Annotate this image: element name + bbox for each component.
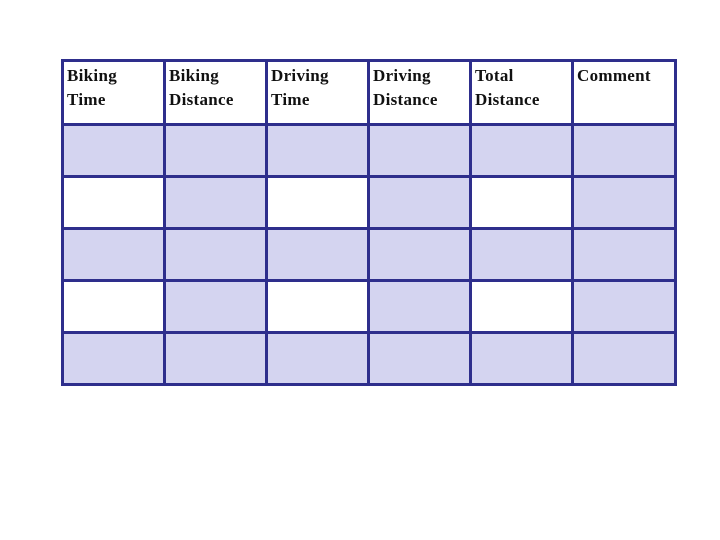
table-cell[interactable] bbox=[61, 331, 166, 386]
table-cell[interactable] bbox=[469, 279, 574, 334]
table-cell[interactable] bbox=[163, 123, 268, 178]
table-cell[interactable] bbox=[367, 227, 472, 282]
table-cell[interactable] bbox=[469, 227, 574, 282]
table-cell[interactable] bbox=[367, 331, 472, 386]
table-cell[interactable] bbox=[367, 175, 472, 230]
header-line-1: Driving bbox=[271, 66, 329, 85]
table-cell[interactable] bbox=[571, 331, 677, 386]
header-line-2: Distance bbox=[169, 90, 234, 109]
table-cell[interactable] bbox=[265, 331, 370, 386]
header-line-2: Distance bbox=[475, 90, 540, 109]
table-cell[interactable] bbox=[367, 279, 472, 334]
table-row bbox=[61, 331, 677, 386]
table-row bbox=[61, 123, 677, 178]
table-cell[interactable] bbox=[163, 227, 268, 282]
header-line-2: Distance bbox=[373, 90, 438, 109]
table-cell[interactable] bbox=[61, 175, 166, 230]
table-cell[interactable] bbox=[163, 331, 268, 386]
header-line-1: Biking bbox=[169, 66, 219, 85]
header-row: Biking Time Biking Distance Driving Time Dr… bbox=[61, 59, 677, 126]
table-cell[interactable] bbox=[469, 175, 574, 230]
header-line-2: Time bbox=[271, 90, 310, 109]
header-line-2: Time bbox=[67, 90, 106, 109]
header-biking-distance: Biking Distance bbox=[163, 59, 268, 126]
header-line-1: Biking bbox=[67, 66, 117, 85]
table-cell[interactable] bbox=[265, 279, 370, 334]
table-cell[interactable] bbox=[265, 227, 370, 282]
table-row bbox=[61, 175, 677, 230]
table-cell[interactable] bbox=[469, 123, 574, 178]
table-row bbox=[61, 279, 677, 334]
header-comment: Comment bbox=[571, 59, 677, 126]
table-cell[interactable] bbox=[571, 227, 677, 282]
header-line-1: Driving bbox=[373, 66, 431, 85]
table-cell[interactable] bbox=[163, 175, 268, 230]
table-cell[interactable] bbox=[571, 279, 677, 334]
table-cell[interactable] bbox=[265, 123, 370, 178]
table-cell[interactable] bbox=[61, 123, 166, 178]
table-cell[interactable] bbox=[469, 331, 574, 386]
header-driving-time: Driving Time bbox=[265, 59, 370, 126]
table-cell[interactable] bbox=[61, 227, 166, 282]
table-cell[interactable] bbox=[571, 123, 677, 178]
table-cell[interactable] bbox=[265, 175, 370, 230]
header-line-1: Comment bbox=[577, 66, 651, 85]
header-driving-distance: Driving Distance bbox=[367, 59, 472, 126]
header-line-1: Total bbox=[475, 66, 514, 85]
table-row bbox=[61, 227, 677, 282]
header-biking-time: Biking Time bbox=[61, 59, 166, 126]
table-cell[interactable] bbox=[61, 279, 166, 334]
header-total-distance: Total Distance bbox=[469, 59, 574, 126]
data-table: Biking Time Biking Distance Driving Time Dr… bbox=[61, 59, 677, 386]
table-cell[interactable] bbox=[571, 175, 677, 230]
table-cell[interactable] bbox=[163, 279, 268, 334]
table-cell[interactable] bbox=[367, 123, 472, 178]
